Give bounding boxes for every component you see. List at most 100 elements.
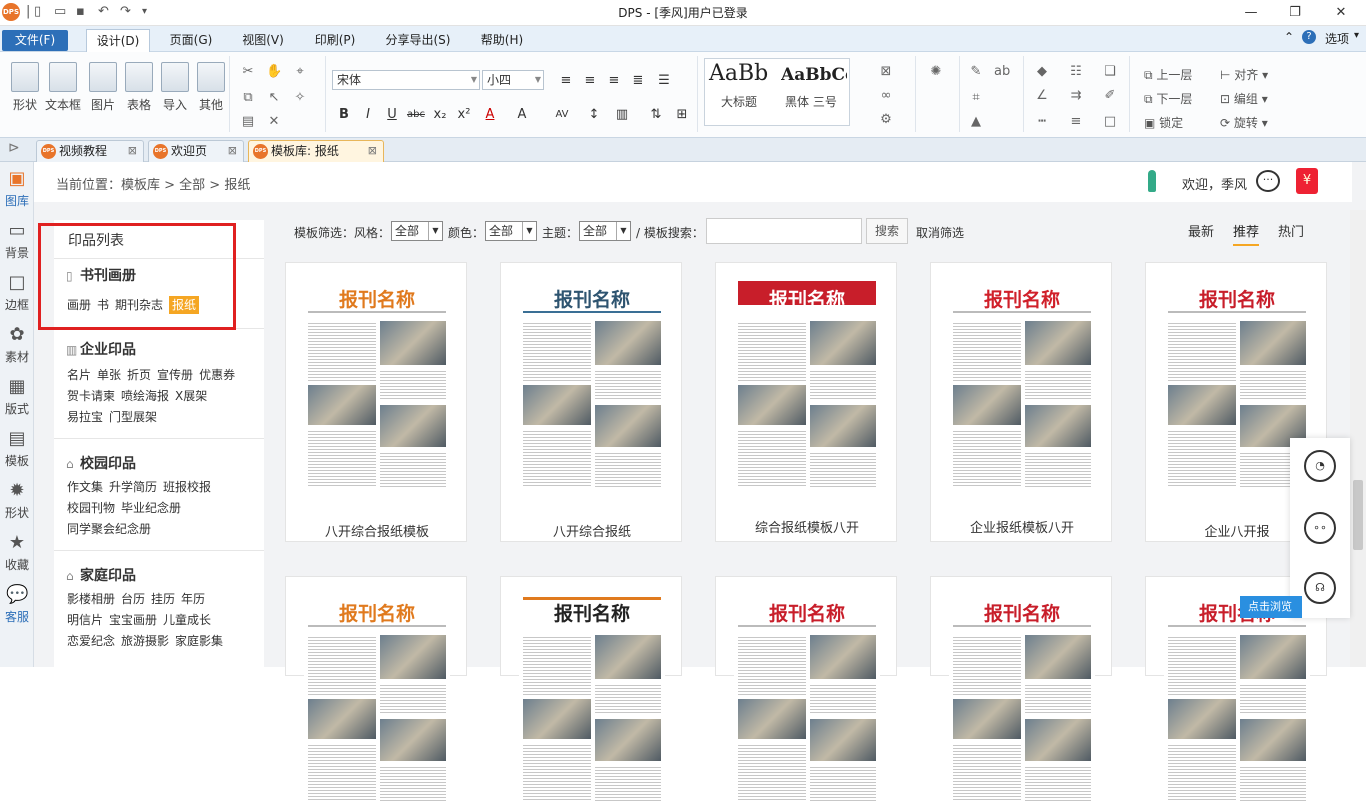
sort-popular[interactable]: 热门 [1278,221,1304,240]
close-tab-icon[interactable]: ⊠ [128,141,137,161]
category-item[interactable]: 台历 [121,592,145,606]
doc-tab-video-tutorial[interactable]: DPS 视频教程 ⊠ [36,140,144,162]
tab-help[interactable]: 帮助(H) [472,29,532,52]
doc-tab-welcome[interactable]: DPS 欢迎页 ⊠ [148,140,244,162]
layout-button[interactable]: ▦ 版式 [0,376,34,417]
send-backward-button[interactable]: ⧉ 下一层 [1144,90,1192,107]
shape-button[interactable]: 形状 [6,62,44,113]
cut-icon[interactable]: ✂ [240,64,256,80]
table-button[interactable]: 表格 [120,62,158,113]
category-item[interactable]: 贺卡请柬 [67,389,115,403]
category-item[interactable]: 儿童成长 [163,613,211,627]
sidebar-toggle-icon[interactable]: ⊳ [8,140,20,156]
theme-select[interactable]: 全部 ▼ [579,221,631,241]
category-item[interactable]: 画册 [67,298,91,312]
template-search-input[interactable] [706,218,862,244]
category-item[interactable]: X展架 [175,389,207,403]
tab-print[interactable]: 印刷(P) [304,29,366,52]
category-item[interactable]: 家庭影集 [175,634,223,648]
category-item[interactable]: 班报校报 [163,480,211,494]
group-button[interactable]: ⊡ 编组 ▾ [1220,90,1268,107]
tab-file[interactable]: 文件(F) [2,30,68,51]
magic-wand-icon[interactable]: ✧ [292,90,308,106]
wechat-icon[interactable]: ∘∘ [1304,512,1336,544]
scrollbar-thumb[interactable] [1353,480,1363,550]
headset-icon[interactable]: ☊ [1304,572,1336,604]
category-item[interactable]: 明信片 [67,613,103,627]
category-item[interactable]: 作文集 [67,480,103,494]
columns-icon[interactable]: ▥ [612,104,632,124]
strikethrough-icon[interactable]: abc [406,104,426,124]
effects-icon[interactable]: ✺ [928,64,944,80]
category-item[interactable]: 影楼相册 [67,592,115,606]
category-item[interactable]: 折页 [127,368,151,382]
category-item[interactable]: 校园刊物 [67,501,115,515]
superscript-icon[interactable]: x² [454,104,474,124]
link-icon[interactable]: ∞ [878,88,894,104]
align-left-icon[interactable]: ≡ [556,70,576,90]
triangle-icon[interactable]: ▲ [968,114,984,130]
other-button[interactable]: 其他 [192,62,230,113]
style-select[interactable]: 全部 ▼ [391,221,443,241]
pen-icon[interactable]: ✎ [968,64,984,80]
click-browse-button[interactable]: 点击浏览 [1240,596,1302,618]
select-arrow-icon[interactable]: ↖ [266,90,282,106]
char-spacing-icon[interactable]: AV [552,104,572,124]
text-direction-icon[interactable]: ⇅ [646,104,666,124]
category-item[interactable]: 优惠券 [199,368,235,382]
vertical-text-icon[interactable]: ⊞ [672,104,692,124]
fill-color-icon[interactable]: ◆ [1034,64,1050,80]
category-item[interactable]: 宝宝画册 [109,613,157,627]
category-item[interactable]: 毕业纪念册 [121,501,181,515]
template-card[interactable]: 报刊名称 [500,576,682,805]
text-art-icon[interactable]: ab [994,64,1010,80]
sort-recommended[interactable]: 推荐 [1233,221,1260,246]
tab-share-export[interactable]: 分享导出(S) [378,29,458,52]
bold-icon[interactable]: B [334,104,354,124]
line-spacing-icon[interactable]: ↕ [584,104,604,124]
minimize-button[interactable]: — [1236,2,1266,24]
category-item[interactable]: 单张 [97,368,121,382]
restore-button[interactable]: ❐ [1280,2,1310,24]
arrow-style-icon[interactable]: ⇉ [1068,88,1084,104]
category-item[interactable]: 期刊杂志 [115,298,163,312]
category-item[interactable]: 年历 [181,592,205,606]
options-chevron-icon[interactable]: ▾ [1354,30,1359,41]
text-wrap-icon[interactable]: ⊠ [878,64,894,80]
hand-icon[interactable]: ✋ [266,64,282,80]
support-button[interactable]: 💬 客服 [0,584,34,625]
distribute-icon[interactable]: ☰ [654,70,674,90]
category-item[interactable]: 宣传册 [157,368,193,382]
copy-icon[interactable]: ⧉ [240,90,256,106]
category-item[interactable]: 书 [97,298,109,312]
template-button[interactable]: ▤ 模板 [0,428,34,469]
justify-icon[interactable]: ≣ [628,70,648,90]
layers-icon[interactable]: ❑ [1102,64,1118,80]
shape-panel-button[interactable]: ✹ 形状 [0,480,34,521]
sort-newest[interactable]: 最新 [1188,221,1214,240]
tab-page[interactable]: 页面(G) [160,29,222,52]
category-item[interactable]: 名片 [67,368,91,382]
scrollbar[interactable] [1350,210,1366,667]
template-card[interactable]: 报刊名称 综合报纸模板八开 [715,262,897,542]
tab-view[interactable]: 视图(V) [232,29,294,52]
align-center-icon[interactable]: ≡ [580,70,600,90]
category-item[interactable]: 恋爱纪念 [67,634,115,648]
unlink-icon[interactable]: ⚙ [878,112,894,128]
align-right-icon[interactable]: ≡ [604,70,624,90]
import-button[interactable]: 导入 [156,62,194,113]
category-item-selected[interactable]: 报纸 [169,296,200,314]
qq-icon[interactable]: ◔ [1304,450,1336,482]
message-icon[interactable]: ··· [1256,170,1280,192]
template-card[interactable]: 报刊名称 [285,576,467,805]
line-weight-icon[interactable]: ≡ [1068,114,1084,130]
font-size-up-icon[interactable]: A [512,104,532,124]
background-button[interactable]: ▭ 背景 [0,220,34,261]
delete-icon[interactable]: ✕ [266,114,282,130]
gift-icon[interactable]: ¥ [1296,168,1318,194]
paste-icon[interactable]: ▤ [240,114,256,130]
crop-icon[interactable]: ⌗ [968,90,984,106]
brush-icon[interactable]: ✐ [1102,88,1118,104]
line-color-icon[interactable]: ∠ [1034,88,1050,104]
template-card[interactable]: 报刊名称 八开综合报纸模板 [285,262,467,542]
